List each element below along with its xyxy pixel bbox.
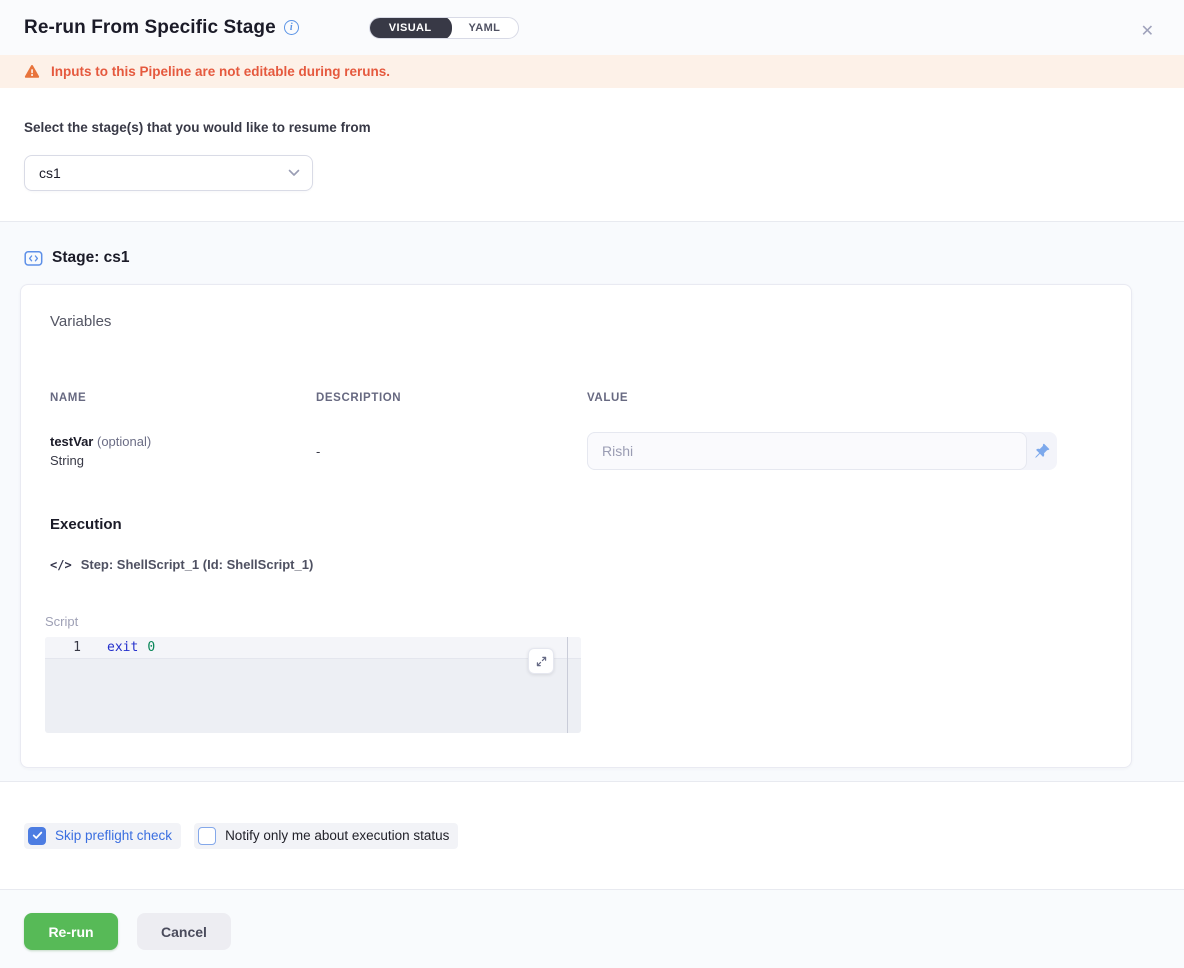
checkbox-unchecked-icon bbox=[198, 827, 216, 845]
execution-options-row: Skip preflight check Notify only me abou… bbox=[0, 782, 1184, 889]
code-keyword: exit bbox=[107, 640, 138, 655]
variable-description: - bbox=[316, 444, 587, 459]
stage-inputs-card: Variables NAME DESCRIPTION VALUE testVar… bbox=[20, 284, 1132, 768]
stage-select-dropdown[interactable]: cs1 bbox=[24, 155, 313, 191]
variable-value-input[interactable] bbox=[587, 432, 1027, 470]
code-number: 0 bbox=[147, 640, 155, 655]
visual-yaml-toggle: VISUAL YAML bbox=[369, 17, 520, 39]
chevron-down-icon bbox=[288, 169, 300, 177]
step-row: </> Step: ShellScript_1 (Id: ShellScript… bbox=[50, 557, 1102, 572]
stage-select-label: Select the stage(s) that you would like … bbox=[24, 120, 1160, 135]
variable-optional-tag: (optional) bbox=[97, 434, 151, 449]
line-number: 1 bbox=[45, 640, 107, 655]
cancel-button[interactable]: Cancel bbox=[137, 913, 231, 950]
rerun-button[interactable]: Re-run bbox=[24, 913, 118, 950]
close-icon[interactable]: ✕ bbox=[1141, 24, 1154, 40]
checkbox-checked-icon bbox=[28, 827, 46, 845]
skip-preflight-checkbox[interactable]: Skip preflight check bbox=[24, 823, 181, 849]
stage-detail-section: Stage: cs1 Variables NAME DESCRIPTION VA… bbox=[0, 221, 1184, 782]
editor-scrollbar[interactable] bbox=[567, 637, 568, 733]
notify-only-me-checkbox[interactable]: Notify only me about execution status bbox=[194, 823, 458, 849]
stage-select-value: cs1 bbox=[39, 165, 61, 181]
stage-select-section: Select the stage(s) that you would like … bbox=[0, 88, 1184, 221]
warning-triangle-icon bbox=[24, 64, 40, 79]
page-title: Re-run From Specific Stage bbox=[24, 17, 276, 39]
skip-preflight-label: Skip preflight check bbox=[55, 828, 172, 843]
variable-row: testVar (optional) String - bbox=[50, 432, 1102, 470]
info-icon[interactable]: i bbox=[284, 20, 299, 35]
banner-message: Inputs to this Pipeline are not editable… bbox=[51, 64, 390, 79]
expand-icon[interactable] bbox=[528, 648, 554, 674]
stage-header: Stage: cs1 bbox=[24, 249, 1184, 267]
tab-visual[interactable]: VISUAL bbox=[369, 17, 452, 39]
dialog-header: Re-run From Specific Stage i VISUAL YAML… bbox=[0, 0, 1184, 55]
column-header-name: NAME bbox=[50, 392, 316, 404]
variable-name-cell: testVar (optional) String bbox=[50, 434, 316, 468]
variable-value-cell bbox=[587, 432, 1057, 470]
warning-banner: Inputs to this Pipeline are not editable… bbox=[0, 55, 1184, 88]
variables-header-row: NAME DESCRIPTION VALUE bbox=[50, 392, 1102, 404]
stage-title: Stage: cs1 bbox=[52, 249, 130, 267]
tab-yaml[interactable]: YAML bbox=[451, 17, 519, 39]
variables-title: Variables bbox=[50, 313, 1102, 330]
step-label: Step: ShellScript_1 (Id: ShellScript_1) bbox=[81, 557, 314, 572]
notify-only-me-label: Notify only me about execution status bbox=[225, 828, 449, 843]
dialog-footer: Re-run Cancel bbox=[0, 889, 1184, 968]
rerun-dialog: Re-run From Specific Stage i VISUAL YAML… bbox=[0, 0, 1184, 968]
script-code-editor[interactable]: 1 exit 0 bbox=[45, 637, 581, 733]
execution-title: Execution bbox=[50, 516, 1102, 533]
variable-type: String bbox=[50, 453, 316, 468]
column-header-description: DESCRIPTION bbox=[316, 392, 587, 404]
stage-icon bbox=[24, 250, 43, 267]
column-header-value: VALUE bbox=[587, 392, 1102, 404]
variable-name: testVar bbox=[50, 434, 93, 449]
script-label: Script bbox=[45, 614, 1102, 629]
pin-icon[interactable] bbox=[1027, 432, 1057, 470]
code-step-icon: </> bbox=[50, 558, 72, 572]
code-line: 1 exit 0 bbox=[45, 637, 581, 659]
